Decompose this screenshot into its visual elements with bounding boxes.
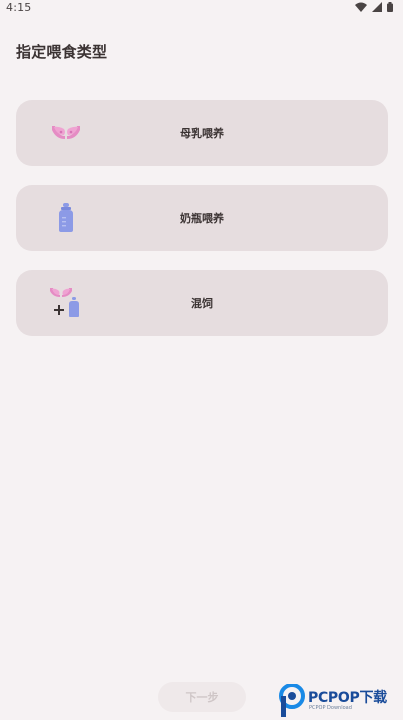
option-label: 母乳喂养 <box>180 127 224 140</box>
page-title: 指定喂食类型 <box>16 43 108 61</box>
option-label: 奶瓶喂养 <box>180 212 224 225</box>
pcpop-logo-icon <box>279 684 305 717</box>
watermark-sub: PCPOP Download <box>309 705 352 711</box>
option-bottle-feeding[interactable]: 奶瓶喂养 <box>16 185 388 251</box>
option-mixed-feeding[interactable]: 混饲 <box>16 270 388 336</box>
option-breastfeeding[interactable]: 母乳喂养 <box>16 100 388 166</box>
wifi-icon <box>355 2 367 12</box>
next-button[interactable]: 下一步 <box>158 682 246 712</box>
status-icons <box>355 2 393 12</box>
option-label: 混饲 <box>191 297 213 310</box>
watermark-brand: PCPOP下载 <box>308 690 387 706</box>
battery-icon <box>387 2 393 12</box>
pcpop-watermark: PCPOP下载 PCPOP Download <box>278 684 400 718</box>
signal-icon <box>372 2 382 12</box>
status-bar: 4:15 <box>0 0 403 16</box>
status-time: 4:15 <box>6 1 32 14</box>
